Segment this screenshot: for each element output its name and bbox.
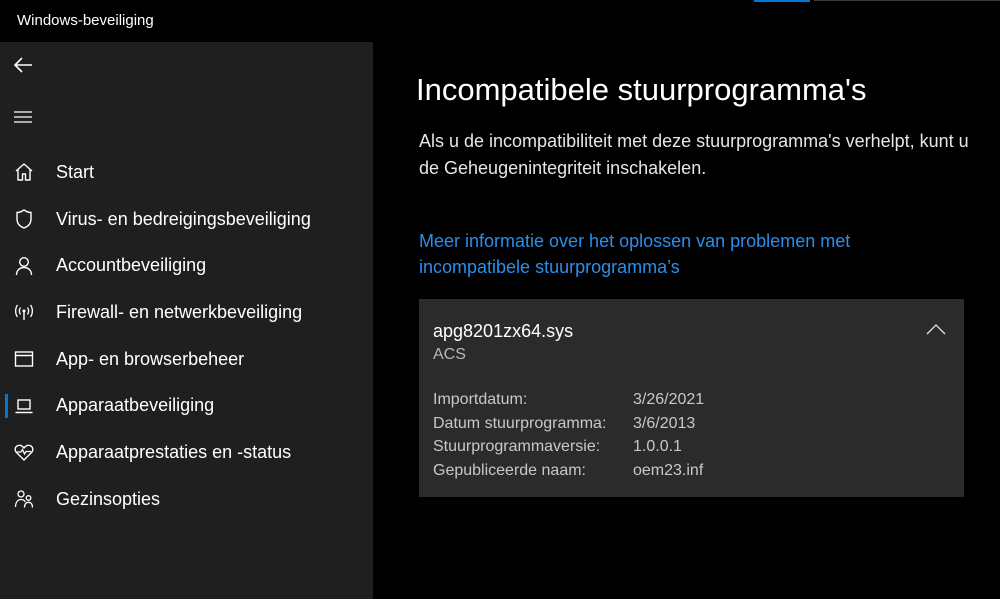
- sidebar-item-app-browser-control[interactable]: App- en browserbeheer: [0, 336, 373, 383]
- detail-label: Stuurprogrammaversie:: [433, 438, 601, 455]
- sidebar: Start Virus- en bedreigingsbeveiliging A…: [0, 42, 373, 599]
- sidebar-item-label: Apparaatbeveiliging: [56, 395, 215, 416]
- sidebar-item-family-options[interactable]: Gezinsopties: [0, 476, 373, 523]
- detail-value: oem23.inf: [633, 461, 704, 479]
- detail-label: Gepubliceerde naam:: [433, 461, 586, 479]
- sidebar-item-label: Apparaatprestaties en -status: [56, 441, 292, 462]
- page-title: Incompatibele stuurprogramma's: [416, 72, 867, 107]
- hamburger-menu-icon: [14, 111, 32, 123]
- home-icon: [12, 160, 36, 184]
- sidebar-item-virus-protection[interactable]: Virus- en bedreigingsbeveiliging: [0, 196, 373, 243]
- sidebar-item-label: Firewall- en netwerkbeveiliging: [56, 301, 303, 322]
- main-content: Incompatibele stuurprogramma's Als u de …: [373, 42, 1000, 599]
- heart-pulse-icon: [12, 440, 36, 464]
- chevron-up-icon: [926, 323, 946, 335]
- sidebar-item-device-performance[interactable]: Apparaatprestaties en -status: [0, 429, 373, 476]
- driver-vendor: ACS: [433, 346, 466, 363]
- sidebar-item-label: Virus- en bedreigingsbeveiliging: [56, 208, 311, 229]
- antenna-icon: [12, 300, 36, 324]
- laptop-icon: [12, 394, 36, 418]
- detail-label: Datum stuurprogramma:: [433, 414, 607, 432]
- detail-row-driver-date: Datum stuurprogramma: 3/6/2013: [433, 412, 704, 436]
- troubleshoot-info-link[interactable]: Meer informatie over het oplossen van pr…: [419, 228, 939, 280]
- detail-value: 1.0.0.1: [633, 438, 682, 455]
- detail-label: Importdatum:: [433, 391, 528, 408]
- titlebar-accent-strip: [754, 0, 810, 2]
- family-icon: [12, 487, 36, 511]
- driver-name: apg8201zx64.sys: [433, 321, 574, 341]
- hamburger-menu-button[interactable]: [0, 94, 46, 140]
- sidebar-item-label: Gezinsopties: [56, 488, 161, 509]
- person-icon: [12, 254, 36, 278]
- driver-details: Importdatum: 3/26/2021 Datum stuurprogra…: [433, 388, 704, 482]
- sidebar-nav: Start Virus- en bedreigingsbeveiliging A…: [0, 149, 373, 523]
- sidebar-item-label: Start: [56, 161, 95, 182]
- detail-value: 3/6/2013: [633, 414, 696, 432]
- titlebar-divider: [814, 0, 1000, 1]
- shield-icon: [12, 207, 36, 231]
- sidebar-item-label: App- en browserbeheer: [56, 348, 245, 369]
- detail-row-import-date: Importdatum: 3/26/2021: [433, 388, 704, 412]
- window-title: Windows-beveiliging: [17, 12, 154, 29]
- detail-row-driver-version: Stuurprogrammaversie: 1.0.0.1: [433, 435, 704, 459]
- browser-window-icon: [12, 347, 36, 371]
- detail-value: 3/26/2021: [633, 391, 705, 408]
- app-window: Windows-beveiliging Start Virus- en bedr…: [0, 0, 1000, 599]
- sidebar-item-firewall[interactable]: Firewall- en netwerkbeveiliging: [0, 289, 373, 336]
- collapse-button[interactable]: [920, 317, 952, 341]
- detail-row-published-name: Gepubliceerde naam: oem23.inf: [433, 459, 704, 483]
- sidebar-item-device-security[interactable]: Apparaatbeveiliging: [0, 382, 373, 429]
- sidebar-item-label: Accountbeveiliging: [56, 255, 207, 276]
- back-button[interactable]: [0, 42, 46, 88]
- title-bar: Windows-beveiliging: [0, 0, 1000, 42]
- sidebar-item-start[interactable]: Start: [0, 149, 373, 196]
- driver-card: apg8201zx64.sys ACS Importdatum: 3/26/20…: [419, 299, 964, 497]
- sidebar-item-account-protection[interactable]: Accountbeveiliging: [0, 242, 373, 289]
- selected-indicator: [5, 394, 8, 419]
- back-arrow-icon: [13, 57, 32, 73]
- page-description: Als u de incompatibiliteit met deze stuu…: [419, 131, 969, 178]
